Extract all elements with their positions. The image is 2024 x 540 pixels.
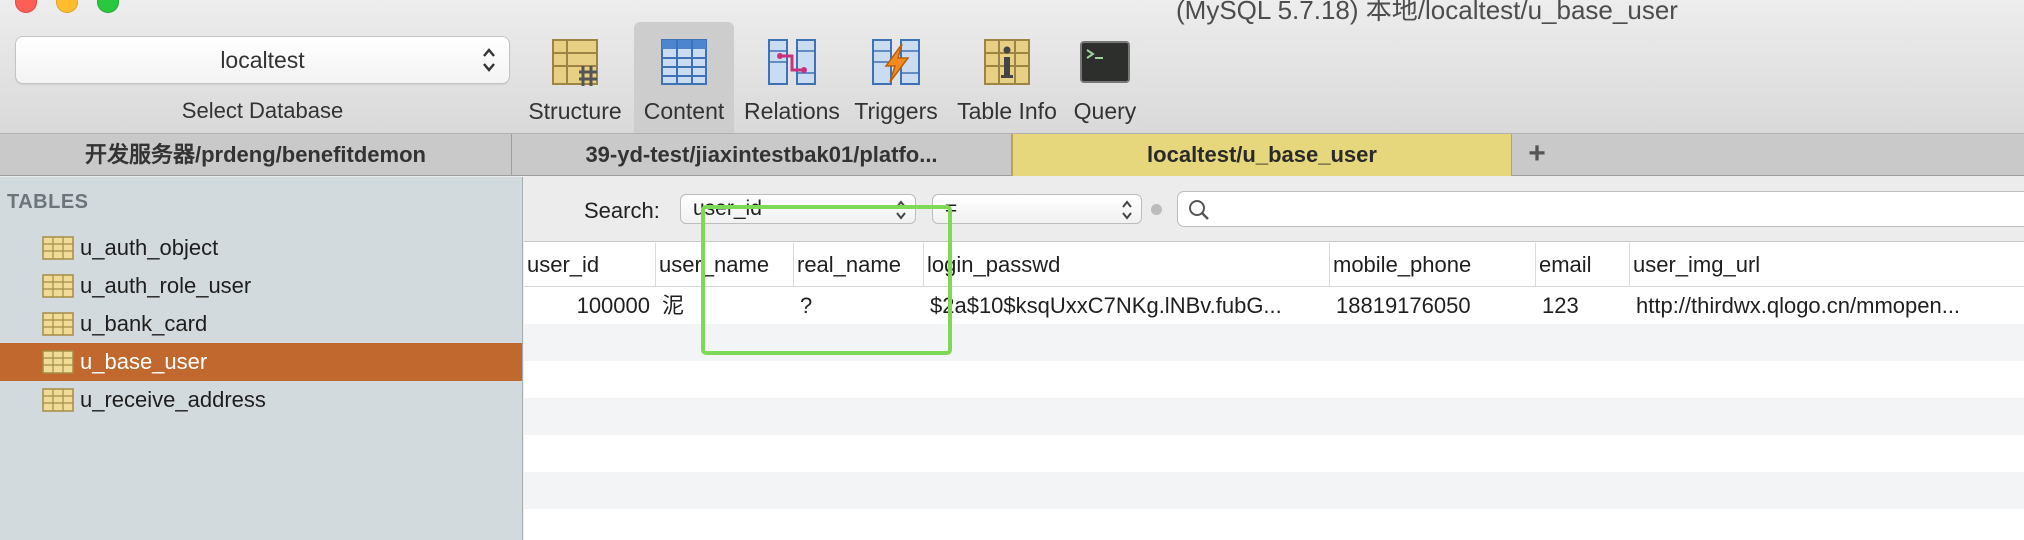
chevron-updown-icon [483, 48, 495, 72]
toolbar: (MySQL 5.7.18) 本地/localtest/u_base_user … [0, 0, 2024, 134]
grid-header: user_id user_name real_name login_passwd… [524, 243, 2024, 287]
cell-login-passwd[interactable]: $2a$10$ksqUxxC7NKg.lNBv.fubG... [924, 287, 1330, 324]
search-icon [1189, 200, 1209, 220]
triggers-button[interactable]: Triggers [848, 22, 944, 133]
filter-status-dot [1151, 204, 1162, 215]
filter-bar: Search: user_id = [524, 177, 2024, 242]
tables-heading: TABLES [7, 191, 89, 213]
table-info-button[interactable]: Table Info [948, 22, 1066, 133]
sidebar-item-label: u_receive_address [80, 387, 266, 412]
sidebar-item-label: u_bank_card [80, 311, 208, 336]
table-row[interactable]: 100000 泥 ? $2a$10$ksqUxxC7NKg.lNBv.fubG.… [524, 287, 2024, 324]
tab-benefitdemon[interactable]: 开发服务器/prdeng/benefitdemon [0, 134, 512, 176]
column-header-user-img-url[interactable]: user_img_url [1630, 243, 2024, 287]
cell-user-id[interactable]: 100000 [524, 287, 656, 324]
filter-operator-value: = [945, 197, 958, 220]
triggers-icon [872, 39, 920, 85]
table-icon [42, 312, 74, 336]
query-button[interactable]: Query [1070, 22, 1140, 133]
structure-button[interactable]: Structure [524, 22, 626, 133]
cell-user-img-url[interactable]: http://thirdwx.qlogo.cn/mmopen... [1630, 287, 2024, 324]
sidebar-item-u-receive-address[interactable]: u_receive_address [0, 381, 522, 419]
select-database-label: Select Database [181, 98, 344, 123]
database-select-value: localtest [220, 47, 305, 73]
sidebar-item-u-base-user[interactable]: u_base_user [0, 343, 522, 381]
column-header-login-passwd[interactable]: login_passwd [924, 243, 1330, 287]
cell-user-name[interactable]: 泥 [656, 287, 794, 324]
column-header-mobile-phone[interactable]: mobile_phone [1330, 243, 1536, 287]
structure-icon [552, 39, 598, 86]
table-icon [42, 350, 74, 374]
content-button[interactable]: Content [634, 22, 734, 133]
column-header-real-name[interactable]: real_name [794, 243, 924, 287]
database-select[interactable]: localtest [15, 36, 510, 84]
filter-field-value: user_id [693, 197, 762, 220]
zoom-window-button[interactable] [97, 0, 119, 13]
sidebar-item-label: u_auth_object [80, 235, 219, 260]
content-icon [661, 39, 707, 85]
add-tab-button[interactable]: + [1512, 134, 1562, 176]
table-info-icon [984, 39, 1030, 85]
empty-row [524, 509, 2024, 540]
search-label: Search: [584, 198, 660, 223]
triggers-label: Triggers [854, 98, 938, 124]
filter-field-select[interactable]: user_id [680, 194, 916, 224]
sidebar-item-u-auth-object[interactable]: u_auth_object [0, 229, 522, 267]
filter-operator-select[interactable]: = [932, 194, 1142, 224]
column-header-email[interactable]: email [1536, 243, 1630, 287]
cell-email[interactable]: 123 [1536, 287, 1630, 324]
sidebar-item-label: u_base_user [80, 349, 208, 374]
relations-button[interactable]: Relations [742, 22, 842, 133]
tab-bar: 开发服务器/prdeng/benefitdemon 39-yd-test/jia… [0, 134, 2024, 176]
sidebar-item-label: u_auth_role_user [80, 273, 252, 298]
cell-mobile-phone[interactable]: 18819176050 [1330, 287, 1536, 324]
chevron-updown-icon [1122, 200, 1132, 220]
close-window-button[interactable] [15, 0, 37, 13]
minimize-window-button[interactable] [56, 0, 78, 13]
empty-row [524, 361, 2024, 398]
empty-row [524, 435, 2024, 472]
table-icon [42, 236, 74, 260]
table-info-label: Table Info [957, 98, 1057, 124]
relations-icon [768, 39, 816, 85]
chevron-updown-icon [896, 200, 906, 220]
content-label: Content [643, 98, 725, 124]
cell-real-name[interactable]: ? [794, 287, 924, 324]
empty-row [524, 324, 2024, 361]
sidebar-item-u-bank-card[interactable]: u_bank_card [0, 305, 522, 343]
query-label: Query [1073, 98, 1137, 124]
search-input[interactable] [1177, 191, 2024, 227]
window-title: (MySQL 5.7.18) 本地/localtest/u_base_user [1176, 0, 1678, 25]
empty-row [524, 398, 2024, 435]
table-icon [42, 274, 74, 298]
content-pane: Search: user_id = user_id user_name real… [524, 177, 2024, 540]
sidebar-item-u-auth-role-user[interactable]: u_auth_role_user [0, 267, 522, 305]
empty-row [524, 472, 2024, 509]
relations-label: Relations [744, 98, 840, 124]
tab-u-base-user[interactable]: localtest/u_base_user [1012, 134, 1512, 176]
structure-label: Structure [528, 98, 622, 124]
query-icon [1080, 41, 1130, 83]
tab-platform[interactable]: 39-yd-test/jiaxintestbak01/platfo... [512, 134, 1012, 176]
tables-sidebar: TABLES u_auth_object u_auth_role_user u_… [0, 177, 523, 540]
column-header-user-id[interactable]: user_id [524, 243, 656, 287]
column-header-user-name[interactable]: user_name [656, 243, 794, 287]
table-icon [42, 388, 74, 412]
